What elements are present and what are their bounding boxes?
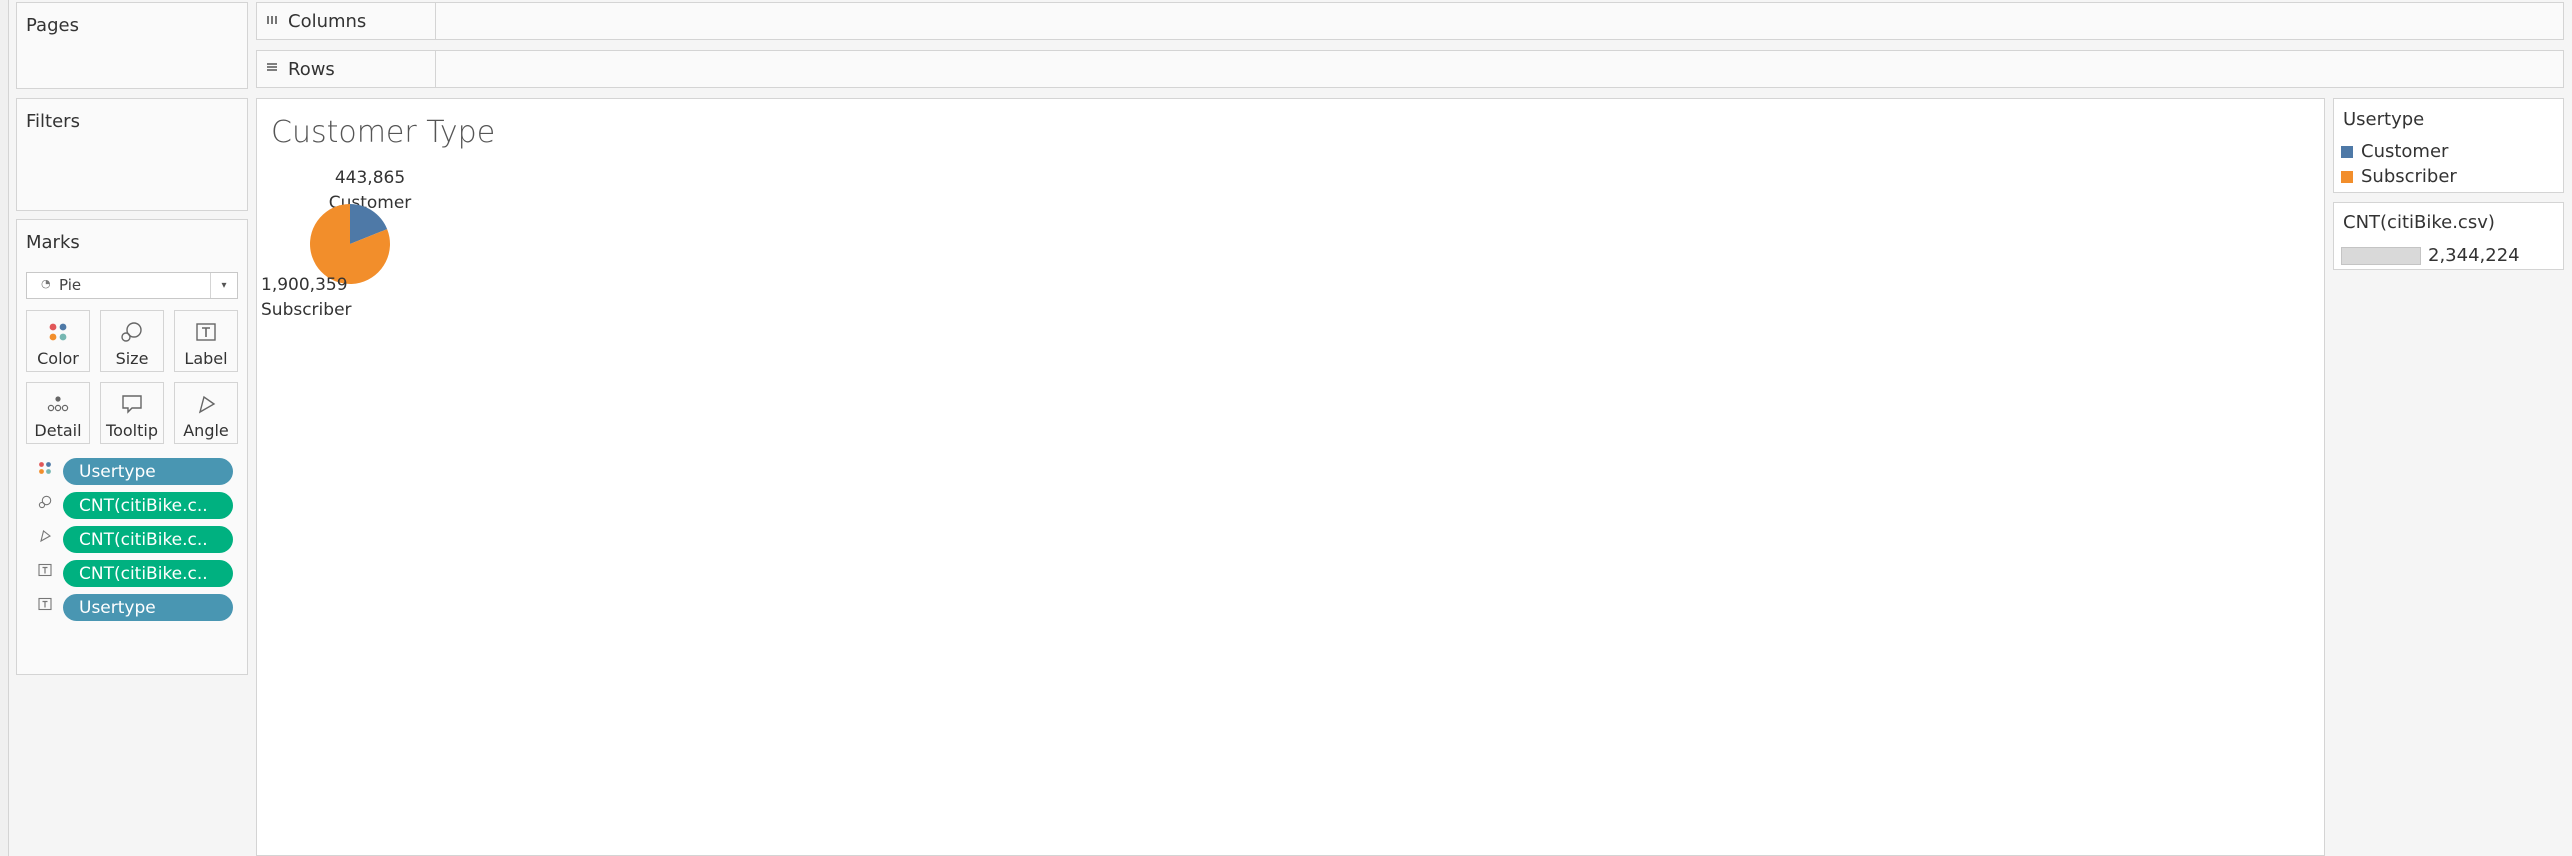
pie-mark-icon: ◔ [41,277,51,290]
left-edge-strip [0,0,9,856]
size-button[interactable]: Size [100,310,164,372]
tooltip-icon [101,393,163,415]
chart-title: Customer Type [271,115,496,150]
color-legend-title: Usertype [2343,109,2425,130]
size-button-label: Size [115,349,149,368]
legend-item-subscriber[interactable]: Subscriber [2341,166,2457,187]
text-label-icon [37,563,53,580]
columns-label-text: Columns [288,10,367,32]
pages-card-title: Pages [26,15,79,36]
detail-icon [27,393,89,415]
legend-swatch-subscriber [2341,170,2353,183]
columns-shelf-label: Columns [257,3,436,39]
filters-card-title: Filters [26,111,80,132]
angle-icon [175,393,237,415]
angle-button-label: Angle [183,421,229,440]
text-label-icon [37,597,53,614]
mark-type-dropdown[interactable]: ◔ Pie ▾ [26,272,238,299]
label-button[interactable]: Label [174,310,238,372]
tooltip-button-label: Tooltip [106,421,158,440]
size-legend-value: 2,344,224 [2428,245,2520,266]
columns-shelf[interactable]: Columns [256,2,2564,40]
text-label-icon [175,321,237,343]
angle-icon [37,529,53,546]
data-label-subscriber-value: 1,900,359 [261,275,348,295]
marks-card: Marks ◔ Pie ▾ Color Size Label Detail To… [16,219,248,675]
pill-count-angle[interactable]: CNT(citiBike.c.. [63,526,233,553]
rows-icon [266,61,278,77]
color-button[interactable]: Color [26,310,90,372]
data-label-subscriber: 1,900,359 Subscriber [261,273,361,323]
pill-count-label[interactable]: CNT(citiBike.c.. [63,560,233,587]
detail-button[interactable]: Detail [26,382,90,444]
legend-item-customer[interactable]: Customer [2341,141,2448,162]
pill-usertype-color[interactable]: Usertype [63,458,233,485]
size-legend-title: CNT(citiBike.csv) [2343,212,2495,233]
legend-item-label: Customer [2361,141,2449,162]
size-legend-bar [2341,247,2421,265]
columns-icon [266,13,278,29]
marks-card-title: Marks [26,232,80,253]
data-label-customer-value: 443,865 [334,168,406,188]
tooltip-button[interactable]: Tooltip [100,382,164,444]
color-legend[interactable]: Usertype Customer Subscriber [2333,98,2564,193]
legend-swatch-customer [2341,145,2353,158]
color-icon [27,321,89,343]
pages-card[interactable]: Pages [16,2,248,89]
mark-type-value: Pie [59,276,82,294]
size-legend[interactable]: CNT(citiBike.csv) 2,344,224 [2333,202,2564,270]
size-icon [101,321,163,343]
label-button-label: Label [184,349,228,368]
pill-usertype-label[interactable]: Usertype [63,594,233,621]
filters-card[interactable]: Filters [16,98,248,211]
detail-button-label: Detail [34,421,82,440]
legend-item-label: Subscriber [2361,166,2457,187]
data-label-subscriber-name: Subscriber [261,300,352,320]
rows-label-text: Rows [288,58,335,80]
pill-count-size[interactable]: CNT(citiBike.c.. [63,492,233,519]
color-icon [37,461,53,478]
chevron-down-icon[interactable]: ▾ [210,273,237,298]
angle-button[interactable]: Angle [174,382,238,444]
color-button-label: Color [37,349,79,368]
rows-shelf[interactable]: Rows [256,50,2564,88]
chart-view[interactable]: Customer Type 443,865 Customer 1,900,359… [256,98,2325,856]
size-icon [37,495,53,512]
rows-shelf-label: Rows [257,51,436,87]
